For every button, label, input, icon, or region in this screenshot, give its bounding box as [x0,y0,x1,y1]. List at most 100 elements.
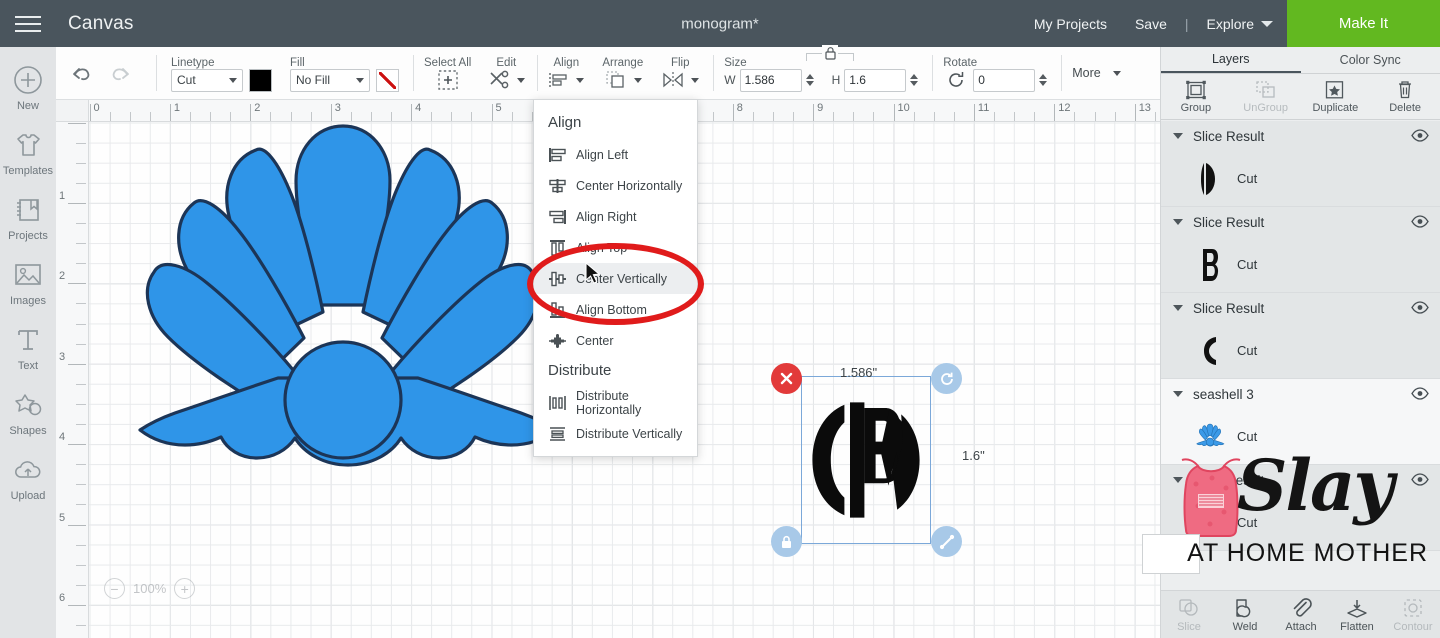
menu-item-align-top[interactable]: Align Top [534,232,697,263]
rotate-handle[interactable] [931,363,962,394]
layer-group[interactable]: Slice Result Cut [1161,465,1440,551]
layer-header[interactable]: seashell 3 [1161,379,1440,409]
ruler-minor-tick [190,112,191,121]
my-projects-link[interactable]: My Projects [1020,16,1121,32]
menu-item-align-left[interactable]: Align Left [534,139,697,170]
group-button[interactable]: Group [1161,74,1231,119]
visibility-eye-icon[interactable] [1411,215,1429,229]
save-button[interactable]: Save [1121,16,1181,32]
layer-group[interactable]: Slice Result Cut [1161,121,1440,207]
width-input[interactable] [739,68,802,92]
weld-button[interactable]: Weld [1217,591,1273,638]
ruler-label: 3 [59,350,66,363]
delete-button[interactable]: Delete [1370,74,1440,119]
sidebar-item-templates[interactable]: Templates [0,128,56,177]
layers-list[interactable]: Slice Result Cut Slice Result Cut Slice … [1161,121,1440,591]
sidebar-item-new[interactable]: New [0,63,56,112]
layer-linetype: Cut [1237,343,1258,358]
layer-child[interactable]: Cut [1161,409,1440,464]
tab-color-sync[interactable]: Color Sync [1301,47,1440,73]
menu-item-distribute-vertically[interactable]: Distribute Vertically [534,418,697,449]
menu-item-distribute-horizontally[interactable]: Distribute Horizontally [534,387,697,418]
height-stepper[interactable] [910,74,919,86]
flip-menu-button[interactable] [661,70,700,90]
layer-header[interactable]: Slice Result [1161,293,1440,323]
visibility-eye-icon[interactable] [1411,473,1429,487]
tab-layers[interactable]: Layers [1161,47,1301,73]
hamburger-icon[interactable] [0,15,56,32]
layer-group[interactable]: seashell 3 Cut [1161,379,1440,465]
seashell-artwork[interactable] [128,110,558,540]
sidebar-item-text[interactable]: Text [0,323,56,372]
attach-button[interactable]: Attach [1273,591,1329,638]
layer-child[interactable]: Cut [1161,495,1440,550]
sidebar-item-shapes[interactable]: Shapes [0,388,56,437]
linetype-color-swatch[interactable] [249,68,272,92]
align-dropdown-menu[interactable]: Align Align Left Center Horizontally Ali… [533,99,698,457]
lock-handle[interactable] [771,526,802,557]
menu-item-center-horizontally[interactable]: Center Horizontally [534,170,697,201]
layer-child[interactable]: Cut [1161,237,1440,292]
rotate-input[interactable] [973,68,1036,92]
layer-child[interactable]: Cut [1161,151,1440,206]
sidebar-item-projects[interactable]: Projects [0,193,56,242]
select-all-label: Select All [424,57,472,69]
resize-handle[interactable] [931,526,962,557]
ungroup-button[interactable]: UnGroup [1231,74,1301,119]
undo-icon[interactable] [68,61,94,87]
menu-item-center[interactable]: Center [534,325,697,356]
menu-item-align-bottom[interactable]: Align Bottom [534,294,697,325]
chevron-down-icon[interactable] [1173,391,1183,397]
fill-select[interactable]: No Fill [290,68,370,92]
rotate-icon[interactable] [943,67,969,93]
menu-label-distribute-horizontally: Distribute Horizontally [576,388,642,417]
menu-item-center-vertically[interactable]: Center Vertically [534,263,697,294]
selection-width-label: 1.586" [840,365,878,380]
menu-item-align-right[interactable]: Align Right [534,201,697,232]
contour-button[interactable]: Contour [1385,591,1440,638]
linetype-select[interactable]: Cut [171,68,243,92]
more-menu-button[interactable]: More [1072,66,1121,80]
chevron-down-icon[interactable] [1173,219,1183,225]
width-stepper[interactable] [805,74,814,86]
height-input[interactable] [844,68,907,92]
align-menu-button[interactable] [548,70,585,90]
zoom-out-button[interactable]: − [104,578,125,599]
menu-label-center-horizontally: Center Horizontally [576,178,683,193]
selection-bounding-box[interactable] [801,376,931,544]
sidebar-item-upload[interactable]: Upload [0,453,56,502]
flatten-button[interactable]: Flatten [1329,591,1385,638]
zoom-control[interactable]: − 100% + [104,578,196,599]
visibility-eye-icon[interactable] [1411,387,1429,401]
redo-icon[interactable] [108,61,134,87]
visibility-eye-icon[interactable] [1411,301,1429,315]
layer-group[interactable]: Slice Result Cut [1161,207,1440,293]
sidebar-label-shapes: Shapes [9,425,47,437]
layer-header[interactable]: Slice Result [1161,121,1440,151]
weld-icon [1234,597,1256,619]
lock-icon[interactable] [822,45,839,61]
make-it-button[interactable]: Make It [1287,0,1440,47]
layer-header[interactable]: Slice Result [1161,207,1440,237]
layer-header[interactable]: Slice Result [1161,465,1440,495]
ruler-minor-tick [994,112,995,121]
dashed-square-plus-icon[interactable] [435,67,461,93]
layer-group[interactable]: Slice Result Cut [1161,293,1440,379]
ruler-minor-tick [511,112,513,121]
explore-menu[interactable]: Explore [1193,16,1287,32]
chevron-down-icon[interactable] [1173,133,1183,139]
arrange-menu-button[interactable] [604,70,642,90]
aspect-lock-group[interactable] [806,45,855,61]
chevron-down-icon[interactable] [1173,477,1183,483]
duplicate-button[interactable]: Duplicate [1301,74,1371,119]
no-fill-swatch[interactable] [376,68,399,92]
edit-menu-button[interactable] [487,69,526,91]
zoom-in-button[interactable]: + [174,578,196,599]
sidebar-item-images[interactable]: Images [0,258,56,307]
chevron-down-icon[interactable] [1173,305,1183,311]
slice-button[interactable]: Slice [1161,591,1217,638]
delete-handle[interactable] [771,363,802,394]
rotate-stepper[interactable] [1039,74,1048,86]
visibility-eye-icon[interactable] [1411,129,1429,143]
layer-child[interactable]: Cut [1161,323,1440,378]
